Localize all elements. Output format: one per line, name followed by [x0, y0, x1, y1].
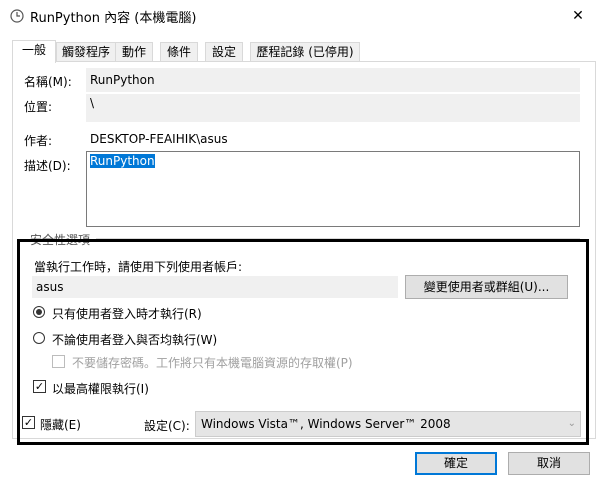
- name-field[interactable]: RunPython: [86, 68, 580, 92]
- description-label: 描述(D):: [24, 159, 71, 173]
- hidden-checkbox[interactable]: ✓: [22, 416, 35, 429]
- tab-general[interactable]: 一般: [12, 40, 56, 63]
- title-bar: RunPython 內容 (本機電腦) ✕: [0, 0, 600, 32]
- ok-button[interactable]: 確定: [415, 452, 497, 475]
- author-label: 作者:: [24, 134, 53, 148]
- clock-icon: [10, 9, 24, 23]
- run-as-label: 當執行工作時，請使用下列使用者帳戶:: [34, 260, 243, 274]
- change-user-button[interactable]: 變更使用者或群組(U)...: [405, 275, 568, 299]
- no-store-password-label[interactable]: 不要儲存密碼。工作將只有本機電腦資源的存取權(P): [72, 354, 353, 371]
- tab-actions[interactable]: 動作: [115, 42, 153, 62]
- tab-settings[interactable]: 設定: [205, 42, 243, 62]
- location-field: \: [86, 94, 580, 122]
- radio-logged-on-label[interactable]: 只有使用者登入時才執行(R): [52, 305, 202, 322]
- configure-combobox[interactable]: Windows Vista™, Windows Server™ 2008 ⌄: [195, 411, 581, 437]
- tab-history[interactable]: 歷程記錄 (已停用): [250, 42, 360, 62]
- configure-label: 設定(C):: [144, 419, 190, 433]
- author-value: DESKTOP-FEAIHIK\asus: [90, 132, 228, 146]
- description-text: RunPython: [90, 154, 155, 168]
- window-title: RunPython 內容 (本機電腦): [30, 11, 197, 26]
- highest-privileges-label[interactable]: 以最高權限執行(I): [52, 380, 149, 397]
- radio-whether-label[interactable]: 不論使用者登入與否均執行(W): [52, 331, 217, 348]
- hidden-label[interactable]: 隱藏(E): [40, 416, 81, 433]
- cancel-button[interactable]: 取消: [508, 452, 590, 475]
- chevron-down-icon: ⌄: [567, 418, 576, 429]
- radio-logged-on[interactable]: [33, 306, 45, 318]
- close-button[interactable]: ✕: [556, 0, 600, 32]
- location-label: 位置:: [24, 100, 53, 114]
- close-icon: ✕: [572, 8, 584, 24]
- configure-value: Windows Vista™, Windows Server™ 2008: [201, 417, 451, 431]
- tab-triggers[interactable]: 觸發程序: [56, 42, 116, 62]
- tab-conditions[interactable]: 條件: [160, 42, 198, 62]
- name-label: 名稱(M):: [24, 75, 72, 89]
- radio-whether-logged-on[interactable]: [33, 332, 45, 344]
- no-store-password-checkbox[interactable]: [52, 355, 65, 368]
- description-textarea[interactable]: RunPython: [86, 151, 580, 227]
- user-account-field: asus: [32, 276, 398, 298]
- highest-privileges-checkbox[interactable]: ✓: [33, 380, 46, 393]
